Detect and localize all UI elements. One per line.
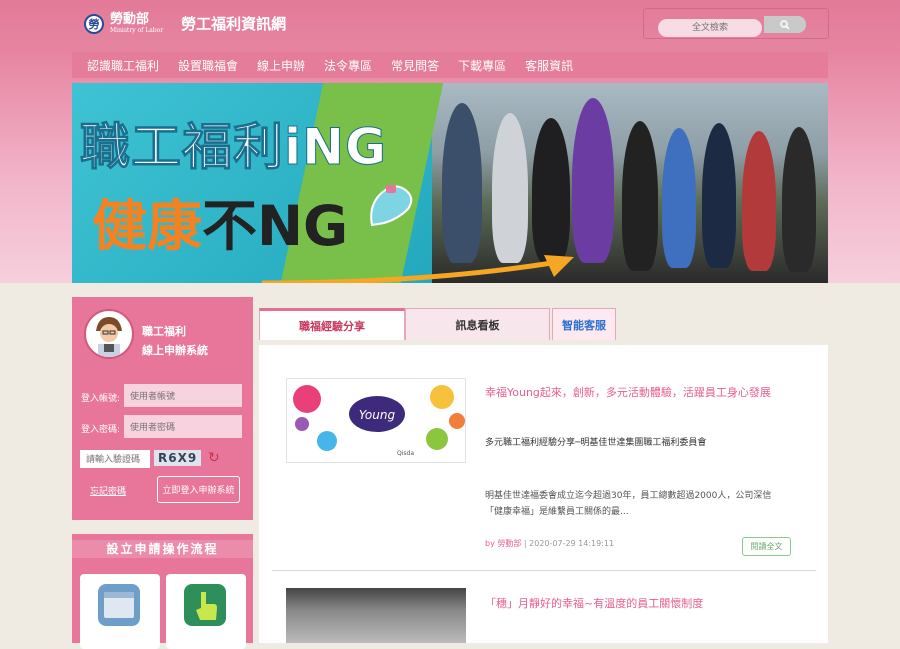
divider: [272, 570, 816, 571]
captcha-image: R6X9: [154, 450, 202, 466]
hero-banner[interactable]: 職工福利iNG 健康不NG: [72, 83, 828, 283]
tab-news[interactable]: 訊息看板: [405, 308, 550, 340]
article-thumbnail-2[interactable]: [286, 588, 466, 643]
flow-card-1[interactable]: [80, 574, 160, 649]
article-subtitle: 多元職工福利經驗分享─明基佳世達集團職工福利委員會: [485, 438, 707, 448]
refresh-captcha-icon[interactable]: ↻: [208, 450, 220, 466]
nav-item-download[interactable]: 下載專區: [458, 57, 506, 74]
article-thumbnail[interactable]: Young Qisda: [286, 378, 466, 463]
article-panel: Young Qisda 幸福Young起來，創新，多元活動體驗，活躍員工身心發展…: [259, 345, 828, 643]
orange-arrow-icon: [262, 255, 574, 283]
ministry-emblem-icon: 勞: [84, 13, 104, 34]
top-bar: 勞 勞動部 Ministry of Labor 勞工福利資訊網: [0, 0, 900, 48]
nav-item-setup[interactable]: 設置職福會: [178, 57, 238, 74]
password-label: 登入密碼:: [81, 425, 121, 435]
banner-headline-2: 健康不NG: [92, 194, 349, 258]
window-icon: [98, 584, 140, 626]
main-nav: 認識職工福利 設置職福會 線上申辦 法令專區 常見問答 下載專區 客服資訊: [72, 52, 828, 78]
content-tabs: 職福經驗分享 訊息看板 智能客服: [259, 308, 616, 340]
nav-item-law[interactable]: 法令專區: [324, 57, 372, 74]
svg-text:Young: Young: [359, 408, 396, 422]
login-panel-title: 職工福利 線上申辦系統: [142, 325, 208, 357]
search-button[interactable]: [764, 16, 806, 33]
young-logo-image: Young Qisda: [293, 385, 465, 457]
pointer-hand-icon: [184, 584, 226, 626]
captcha-input[interactable]: [80, 450, 150, 468]
search-input[interactable]: [658, 19, 762, 37]
account-label: 登入帳號:: [81, 394, 121, 404]
account-input[interactable]: [124, 384, 242, 407]
muscle-arm-icon: [370, 185, 413, 227]
article-title[interactable]: 幸福Young起來，創新，多元活動體驗，活躍員工身心發展: [485, 384, 771, 400]
site-logo[interactable]: 勞 勞動部 Ministry of Labor 勞工福利資訊網: [84, 13, 286, 34]
site-title: 勞工福利資訊網: [181, 15, 287, 33]
nav-item-online[interactable]: 線上申辦: [257, 57, 305, 74]
search-box: [643, 8, 829, 39]
article-title-2[interactable]: 「穗」月靜好的幸福~有溫度的員工關懷制度: [485, 595, 703, 611]
login-panel: 職工福利 線上申辦系統 登入帳號: 登入密碼: R6X9 ↻ 忘記密碼 立即登入…: [72, 297, 253, 520]
nav-item-faq[interactable]: 常見問答: [391, 57, 439, 74]
tab-experience[interactable]: 職福經驗分享: [259, 308, 405, 340]
forgot-password-link[interactable]: 忘記密碼: [90, 484, 126, 497]
nav-item-service[interactable]: 客服資訊: [525, 57, 573, 74]
svg-text:Qisda: Qisda: [397, 450, 414, 457]
article-meta: by 勞動部 | 2020-07-29 14:19:11: [485, 539, 615, 548]
banner-headline-1: 職工福利iNG: [79, 118, 388, 177]
nav-item-about[interactable]: 認識職工福利: [87, 57, 159, 74]
avatar: [84, 309, 134, 359]
tab-smart-service[interactable]: 智能客服: [552, 308, 616, 340]
flow-title: 設立申請操作流程: [72, 540, 253, 558]
article-description: 明基佳世達福委會成立迄今超過30年，員工總數超過2000人，公司深信「健康幸福」…: [485, 491, 772, 517]
logo-sub-text: Ministry of Labor: [110, 27, 164, 34]
apply-flow-panel: 設立申請操作流程: [72, 534, 253, 649]
search-icon: [780, 19, 790, 30]
user-avatar-icon: [87, 312, 131, 357]
flow-card-2[interactable]: [166, 574, 246, 649]
password-input[interactable]: [124, 415, 242, 438]
login-button[interactable]: 立即登入申辦系統: [157, 476, 240, 503]
logo-main-text: 勞動部: [110, 12, 150, 27]
read-more-button[interactable]: 閱讀全文: [742, 537, 791, 556]
